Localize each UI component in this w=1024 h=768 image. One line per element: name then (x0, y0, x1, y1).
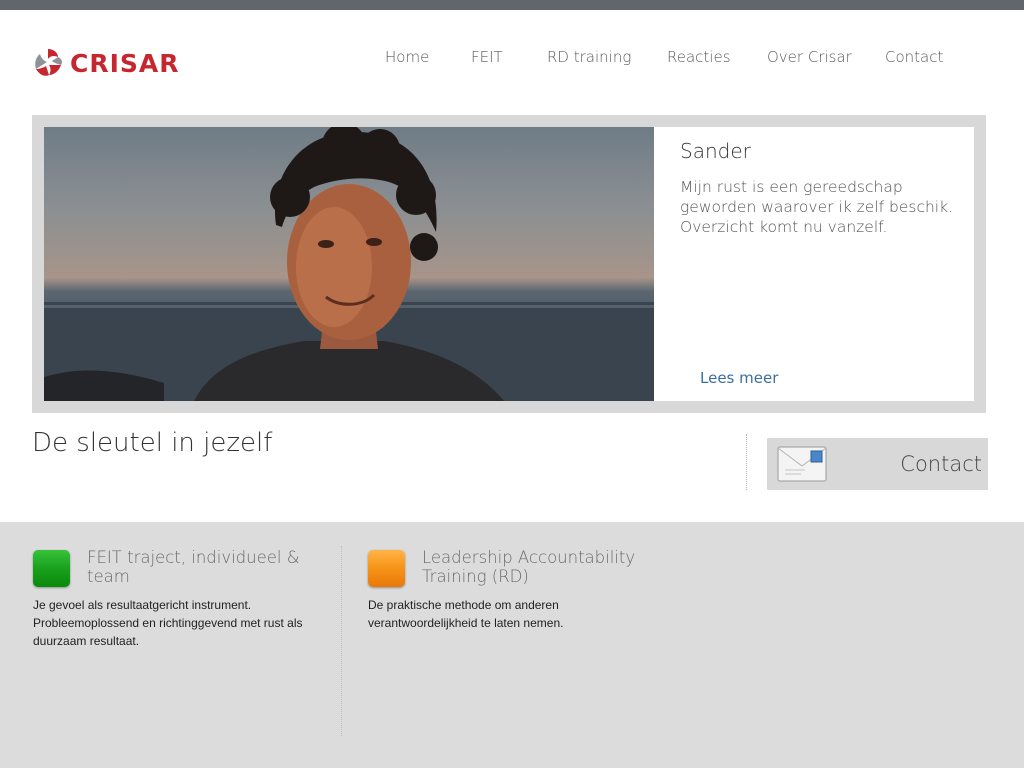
contact-button[interactable]: Contact (746, 434, 988, 490)
nav-item-home[interactable]: Home (385, 48, 429, 66)
page-tagline: De sleutel in jezelf (32, 428, 273, 458)
contact-button-body[interactable]: Contact (767, 438, 988, 490)
testimonial-quote: Mijn rust is een gereedschap geworden wa… (680, 178, 953, 236)
read-more-link[interactable]: Lees meer (700, 369, 778, 387)
top-bar (0, 0, 1024, 10)
main-nav: Home FEIT RD training Reacties Over Cris… (0, 48, 1024, 68)
testimonial-name: Sander (680, 139, 751, 163)
orange-square-icon (368, 550, 405, 587)
hero-photo (44, 127, 654, 401)
nav-item-over-crisar[interactable]: Over Crisar (767, 48, 852, 66)
nav-item-reacties[interactable]: Reacties (667, 48, 731, 66)
nav-item-contact[interactable]: Contact (885, 48, 943, 66)
feature-description: Je gevoel als resultaatgericht instrumen… (33, 598, 303, 648)
envelope-icon (777, 446, 827, 482)
feature-title[interactable]: Leadership Accountability Training (RD) (422, 548, 672, 586)
feature-description: De praktische methode om anderen verantw… (368, 598, 564, 630)
feature-title[interactable]: FEIT traject, individueel & team (87, 548, 337, 586)
features-section: FEIT traject, individueel & team Je gevo… (0, 522, 1024, 768)
divider (341, 546, 342, 736)
contact-label: Contact (900, 452, 982, 476)
green-square-icon (33, 550, 70, 587)
nav-item-rd-training[interactable]: RD training (547, 48, 631, 66)
nav-item-feit[interactable]: FEIT (471, 48, 503, 66)
testimonial-panel: Sander Mijn rust is een gereedschap gewo… (654, 127, 974, 401)
